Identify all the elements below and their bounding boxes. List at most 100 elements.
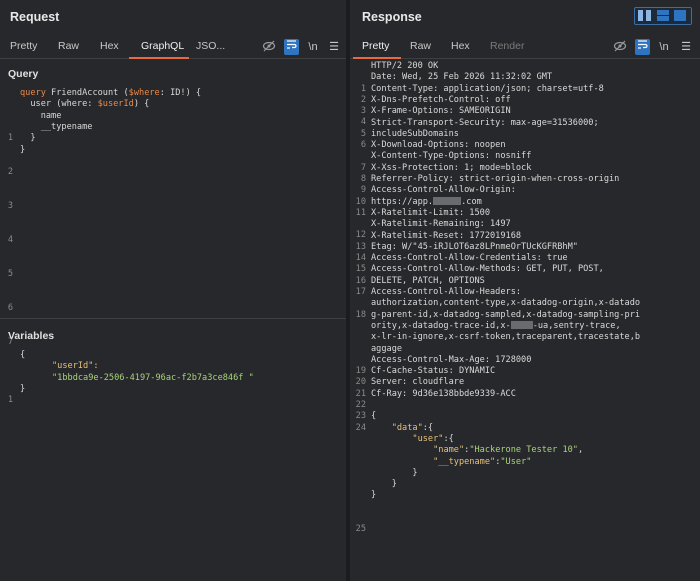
- newline-toggle[interactable]: \n: [306, 39, 320, 55]
- code-text: authorization,content-type,x-datadog-ori…: [371, 298, 641, 309]
- variables-editor[interactable]: 1 { "userId": "1bbdca9e-2506-4197-96ac-f…: [0, 350, 346, 410]
- response-line: }: [371, 468, 417, 479]
- line-number: 10: [355, 196, 366, 207]
- newline-toggle[interactable]: \n: [657, 39, 671, 55]
- response-line: Cf-Ray: 9d36e138bbde9339-ACC: [371, 389, 516, 400]
- menu-icon[interactable]: ☰: [328, 39, 340, 55]
- code-text: ority,x-datadog-trace-id,x-: [371, 320, 511, 331]
- response-line: "data":{: [371, 423, 433, 434]
- response-line: X-Ratelimit-Remaining: 1497: [371, 219, 511, 230]
- response-line: Cf-Cache-Status: DYNAMIC: [371, 366, 495, 377]
- line-number: 3: [360, 106, 366, 117]
- line-number: 22: [355, 399, 366, 410]
- code-text: Content-Type: application/json; charset=…: [371, 83, 604, 94]
- response-line: ority,x-datadog-trace-id,x- -ua,sentry-tr…: [371, 321, 621, 332]
- response-line: Date: Wed, 25 Feb 2026 11:32:02 GMT: [371, 72, 552, 83]
- code-line: }: [20, 383, 26, 394]
- code-text: g-parent-id,x-datadog-sampled,x-datadog-…: [371, 309, 641, 320]
- line-number: 4: [360, 117, 366, 128]
- response-line: X-Frame-Options: SAMEORIGIN: [371, 106, 511, 117]
- code-text: Date: Wed, 25 Feb 2026 11:32:02 GMT: [371, 72, 553, 83]
- response-line: X-Ratelimit-Reset: 1772019168: [371, 231, 521, 242]
- response-line: authorization,content-type,x-datadog-ori…: [371, 298, 640, 309]
- response-line: X-Content-Type-Options: nosniff: [371, 151, 531, 162]
- line-number: 20: [355, 377, 366, 388]
- line-number: 18: [355, 309, 366, 320]
- line-number: 6: [7, 302, 13, 313]
- tab-raw[interactable]: Raw: [410, 40, 431, 52]
- code-text: https://app.: [371, 196, 434, 207]
- code-text: X-Frame-Options: SAMEORIGIN: [371, 106, 511, 117]
- menu-icon[interactable]: ☰: [680, 39, 692, 55]
- query-editor[interactable]: 1 2 3 4 5 6 7 query FriendAccount ($wher…: [0, 88, 346, 347]
- split-vertical-icon[interactable]: [638, 10, 643, 21]
- response-line: includeSubDomains: [371, 129, 459, 140]
- split-horizontal-icon[interactable]: [657, 10, 669, 15]
- tab-raw[interactable]: Raw: [58, 40, 79, 52]
- code-text: Access-Control-Allow-Origin:: [371, 185, 516, 196]
- code-text: Access-Control-Allow-Credentials: true: [371, 253, 568, 264]
- redacted-block: [510, 321, 533, 330]
- code-text: }: [371, 479, 397, 490]
- response-viewer[interactable]: 1 2 3 4 5 6 7 8 9 10 11 12 13 14 15 16 17 18 19 20 21 22 23 24 2…: [350, 61, 700, 581]
- code-text: Access-Control-Allow-Methods: GET, PUT, …: [371, 264, 604, 275]
- variables-gutter: 1: [0, 373, 13, 429]
- line-number: 11: [355, 207, 366, 218]
- json-key: "name": [433, 445, 465, 456]
- response-line: X-Xss-Protection: 1; mode=block: [371, 163, 531, 174]
- code-text: ,: [577, 445, 584, 456]
- json-key: "userId":: [52, 361, 99, 372]
- tab-render[interactable]: Render: [490, 40, 524, 52]
- code-text: }: [371, 490, 377, 501]
- code-text: X-Ratelimit-Reset: 1772019168: [371, 230, 522, 241]
- split-horizontal-icon[interactable]: [657, 16, 669, 21]
- code-text: {: [371, 411, 377, 422]
- code-text: X-Download-Options: noopen: [371, 140, 506, 151]
- line-number: 17: [355, 286, 366, 297]
- line-number: 1: [7, 395, 13, 406]
- response-tabs: Pretty Raw Hex Render \n ☰: [350, 36, 700, 59]
- line-number: 14: [355, 253, 366, 264]
- json-key: "user": [412, 433, 444, 444]
- tab-pretty[interactable]: Pretty: [362, 40, 389, 52]
- code-text: Referrer-Policy: strict-origin-when-cros…: [371, 174, 620, 184]
- section-divider[interactable]: [0, 318, 346, 319]
- code-text: X-Xss-Protection: 1; mode=block: [371, 162, 532, 173]
- tab-json[interactable]: JSO...: [196, 40, 225, 52]
- redacted-block: [433, 197, 462, 206]
- code-text: aggage: [371, 343, 403, 354]
- code-text: -ua,sentry-trace,: [532, 320, 621, 331]
- response-line: DELETE, PATCH, OPTIONS: [371, 276, 485, 287]
- code-text: Cf-Ray: 9d36e138bbde9339-ACC: [371, 388, 516, 399]
- single-pane-icon[interactable]: [674, 10, 686, 21]
- line-number: 25: [355, 524, 366, 535]
- line-number: 24: [355, 422, 366, 433]
- tab-pretty[interactable]: Pretty: [10, 40, 37, 52]
- line-number: 21: [355, 388, 366, 399]
- response-line: Access-Control-Allow-Methods: GET, PUT, …: [371, 264, 604, 275]
- eye-slash-icon[interactable]: [261, 39, 276, 55]
- tab-hex[interactable]: Hex: [451, 40, 470, 52]
- active-tab-indicator: [129, 57, 189, 59]
- split-vertical-icon[interactable]: [646, 10, 651, 21]
- eye-slash-icon[interactable]: [612, 39, 627, 55]
- code-text: X-Ratelimit-Limit: 1500: [371, 207, 490, 218]
- response-line: }: [371, 479, 397, 490]
- line-number: 3: [7, 200, 13, 211]
- tab-hex[interactable]: Hex: [100, 40, 119, 52]
- tab-graphql[interactable]: GraphQL: [141, 40, 184, 52]
- code-text: X-Ratelimit-Remaining: 1497: [371, 219, 511, 230]
- wrap-lines-icon[interactable]: [635, 39, 650, 55]
- query-section-title: Query: [8, 68, 39, 80]
- line-number: 12: [355, 230, 366, 241]
- layout-toggle[interactable]: [634, 7, 692, 25]
- code-text: Server: cloudflare: [371, 377, 465, 388]
- response-line: {: [371, 411, 376, 422]
- code-text: :{: [422, 422, 434, 433]
- response-line: Access-Control-Allow-Credentials: true: [371, 253, 568, 264]
- line-number: 2: [7, 167, 13, 178]
- response-line: aggage: [371, 344, 402, 355]
- wrap-lines-icon[interactable]: [284, 39, 299, 55]
